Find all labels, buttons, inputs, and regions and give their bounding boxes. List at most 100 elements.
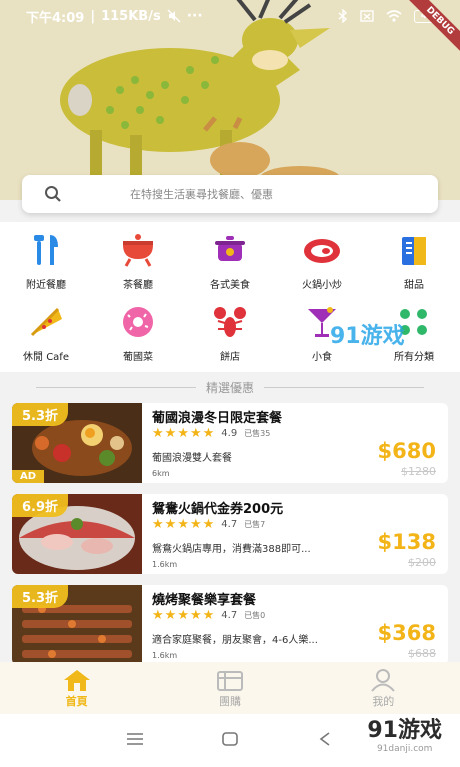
star-icon: ★ [202, 608, 215, 623]
bottom-nav: 首頁 團購 我的 [0, 662, 460, 714]
category-bakery[interactable]: 餅店 [184, 294, 276, 366]
deal-distance: 1.6km [152, 651, 178, 660]
menu-book-icon [402, 237, 426, 265]
category-all-cuisines[interactable]: 各式美食 [184, 222, 276, 294]
deal-title: 鴛鴦火鍋代金券200元 [152, 502, 284, 517]
watermark-url: 91danji.com [376, 744, 433, 754]
nav-home[interactable]: 首頁 [0, 662, 153, 714]
star-icon: ★ [152, 426, 164, 441]
bluetooth-icon [338, 9, 348, 23]
deal-card[interactable]: 5.3折 燒烤聚餐樂享套餐 ★ ★ ★ ★ ★ 4.7 已售0 適合家庭聚餐，朋友聚會，… [12, 585, 448, 665]
rating-score: 4.7 [221, 519, 238, 530]
sim-off-icon [360, 10, 374, 22]
deal-distance: 6km [152, 469, 170, 478]
deal-price: $368 [377, 621, 436, 645]
category-label: 甜品 [404, 280, 424, 291]
section-title: 精選優惠 [205, 380, 254, 395]
meat-icon [304, 239, 340, 263]
discount-badge: 6.9折 [12, 494, 69, 517]
category-portuguese[interactable]: 葡國菜 [92, 294, 184, 366]
hotpot-icon [215, 236, 245, 261]
original-price: $200 [408, 556, 436, 569]
deal-price: $138 [377, 530, 436, 554]
deal-distance: 1.6km [152, 560, 178, 569]
star-icon: ★ [202, 426, 215, 441]
category-tea-restaurant[interactable]: 茶餐廳 [92, 222, 184, 294]
category-nearby-restaurants[interactable]: 附近餐廳 [0, 222, 92, 294]
original-price: $1280 [401, 465, 436, 478]
category-label: 各式美食 [210, 280, 250, 291]
watermark-logo: 91游戏 [367, 718, 442, 743]
status-network-speed: 115KB/s [101, 8, 161, 24]
profile-icon [371, 668, 396, 692]
home-button-icon[interactable] [222, 732, 238, 746]
star-icon: ★ [202, 517, 215, 532]
fork-knife-icon [34, 235, 58, 265]
search-input[interactable]: 在特搜生活裏尋找餐廳、優惠 [22, 175, 438, 213]
category-cafe[interactable]: 休閒 Cafe [0, 294, 92, 366]
rating: ★ ★ ★ ★ ★ 4.9 已售35 [152, 427, 270, 440]
original-price: $688 [408, 647, 436, 660]
status-bar: 下午4:09 | 115KB/s ··· 47 DEBUG [0, 0, 460, 62]
sold-count: 已售0 [244, 611, 266, 620]
nav-profile[interactable]: 我的 [307, 662, 460, 714]
category-label: 葡國菜 [123, 352, 153, 363]
rating: ★ ★ ★ ★ ★ 4.7 已售7 [152, 518, 265, 531]
home-icon [63, 669, 90, 691]
nav-label: 我的 [372, 694, 395, 708]
ad-badge: AD [12, 470, 45, 483]
star-icon: ★ [152, 608, 164, 623]
category-label: 附近餐廳 [26, 280, 66, 291]
deal-description: 鴛鴦火鍋店專用，消費滿388即可... [152, 544, 311, 555]
nav-label: 首頁 [65, 694, 88, 708]
star-icon: ★ [164, 608, 177, 623]
category-hotpot-stirfry[interactable]: 火鍋小炒 [276, 222, 368, 294]
category-label: 所有分類 [394, 352, 434, 363]
category-label: 火鍋小炒 [302, 280, 342, 291]
nav-group-buy[interactable]: 團購 [153, 662, 306, 714]
sold-count: 已售7 [244, 520, 266, 529]
category-label: 餅店 [220, 352, 240, 363]
discount-badge: 5.3折 [12, 403, 69, 426]
star-icon: ★ [152, 517, 164, 532]
category-label: 休閒 Cafe [23, 352, 69, 363]
star-icon: ★ [177, 517, 189, 532]
star-icon: ★ [164, 426, 177, 441]
lobster-icon [214, 307, 246, 337]
search-icon [45, 186, 61, 202]
pizza-icon [30, 307, 62, 337]
category-label: 小食 [312, 352, 332, 363]
grill-icon [123, 234, 153, 267]
category-label: 茶餐廳 [123, 280, 153, 291]
watermark-bottom: 91游戏 91danji.com [367, 712, 442, 754]
menu-icon[interactable] [126, 732, 144, 746]
wifi-icon [386, 10, 402, 22]
sold-count: 已售35 [244, 429, 271, 438]
donut-icon [123, 307, 153, 337]
deal-description: 適合家庭聚餐，朋友聚會，4-6人樂... [152, 635, 318, 646]
deal-title: 葡國浪漫冬日限定套餐 [152, 411, 283, 426]
star-icon: ★ [189, 426, 202, 441]
section-featured-deals: 精選優惠 [0, 378, 460, 396]
status-time: 下午4:09 [26, 10, 85, 26]
watermark-top: 91游戏 [330, 324, 405, 349]
divider-right [264, 386, 424, 388]
discount-badge: 5.3折 [12, 585, 69, 608]
rating: ★ ★ ★ ★ ★ 4.7 已售0 [152, 609, 265, 622]
category-desserts[interactable]: 甜品 [368, 222, 460, 294]
star-icon: ★ [177, 608, 189, 623]
star-icon: ★ [189, 517, 202, 532]
mute-icon [167, 9, 181, 23]
back-icon[interactable] [318, 732, 332, 746]
more-dots-icon: ··· [186, 8, 203, 24]
group-buy-icon [216, 670, 243, 691]
status-divider: | [90, 8, 96, 24]
search-placeholder: 在特搜生活裏尋找餐廳、優惠 [130, 188, 273, 201]
deal-description: 葡國浪漫雙人套餐 [152, 453, 232, 464]
deal-card[interactable]: 6.9折 鴛鴦火鍋代金券200元 ★ ★ ★ ★ ★ 4.7 已售7 鴛鴦火鍋店專用，消… [12, 494, 448, 574]
deal-price: $680 [377, 439, 436, 463]
rating-score: 4.9 [221, 428, 238, 439]
deal-card[interactable]: 5.3折 AD 葡國浪漫冬日限定套餐 ★ ★ ★ ★ ★ 4.9 已售35 葡國浪漫雙人… [12, 403, 448, 483]
divider-left [35, 386, 196, 388]
star-icon: ★ [164, 517, 177, 532]
